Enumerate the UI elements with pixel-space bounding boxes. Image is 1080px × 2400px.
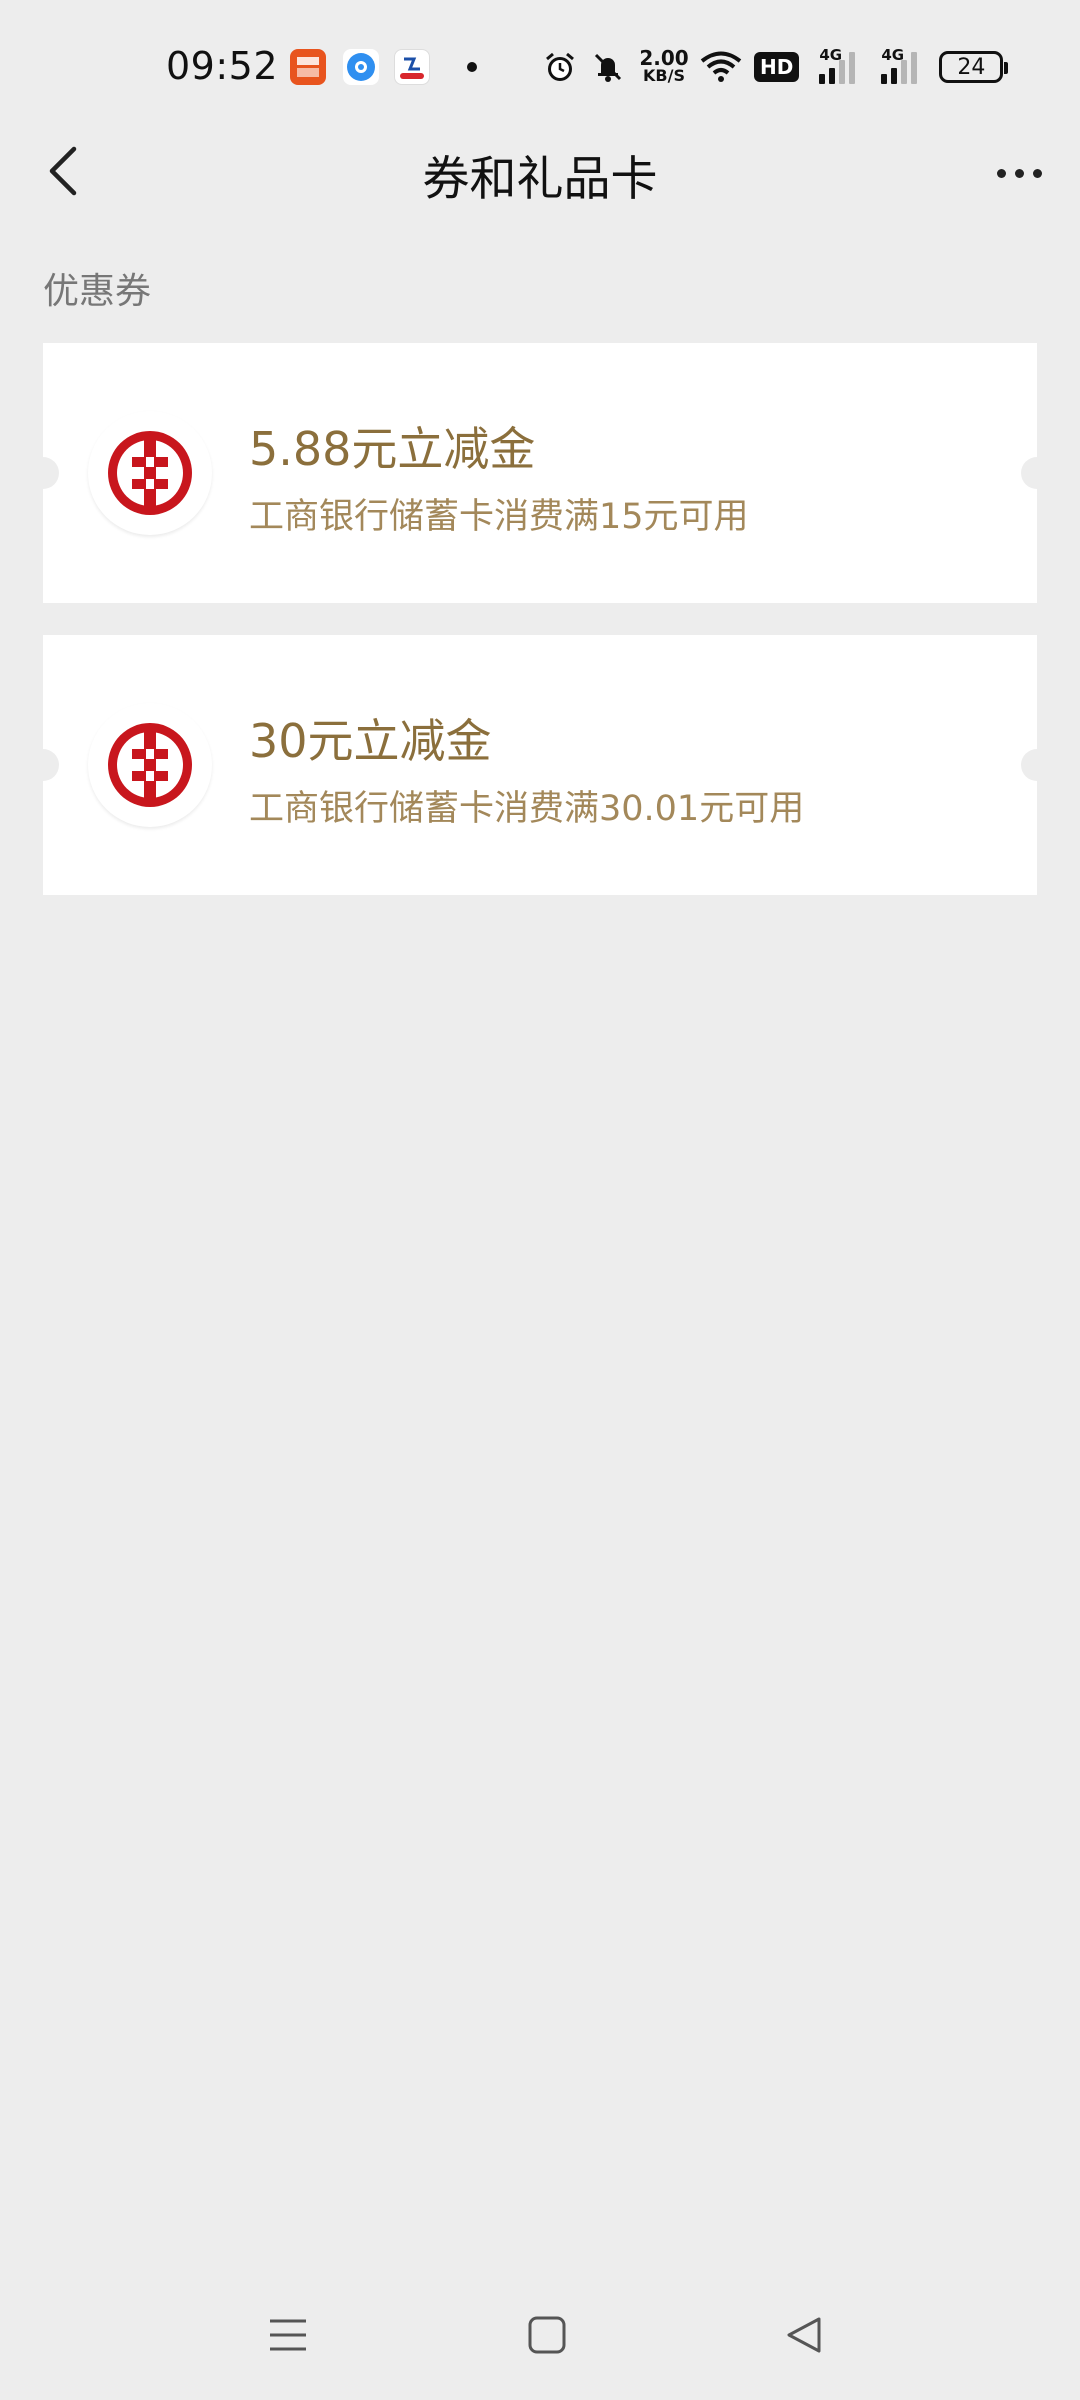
page-title: 券和礼品卡 — [422, 152, 658, 207]
nav-bar: 券和礼品卡 — [0, 130, 1080, 212]
coupon-title: 5.88元立减金 — [249, 422, 536, 476]
network-type-2: 4G — [881, 46, 905, 64]
menu-lines-icon — [270, 2319, 306, 2351]
bank-app-icon — [394, 49, 430, 85]
icbc-logo-icon — [88, 703, 212, 827]
icbc-logo-icon — [88, 411, 212, 535]
coupon-title: 30元立减金 — [249, 714, 492, 768]
coupon-description: 工商银行储蓄卡消费满30.01元可用 — [249, 789, 805, 829]
system-nav-bar — [0, 2290, 1080, 2380]
more-dots-icon — [996, 168, 1006, 178]
hd-badge: HD — [754, 47, 800, 87]
wifi-icon — [698, 47, 744, 87]
signal-icon-1: 4G — [813, 46, 861, 87]
network-type-1: 4G — [819, 46, 843, 64]
coupon-description: 工商银行储蓄卡消费满15元可用 — [249, 497, 749, 537]
mute-bell-icon — [588, 47, 628, 87]
more-notifications-dot — [467, 62, 477, 72]
hd-label: HD — [754, 52, 800, 82]
ping-an-bank-icon — [290, 49, 326, 85]
signal-icon-2: 4G — [875, 46, 923, 87]
coupon-card[interactable]: 5.88元立减金 工商银行储蓄卡消费满15元可用 — [43, 343, 1037, 603]
home-button[interactable] — [517, 2310, 577, 2360]
menu-button[interactable] — [258, 2310, 318, 2360]
triangle-back-icon — [787, 2317, 821, 2353]
network-speed: 2.00 KB/S — [634, 47, 694, 87]
coupons-page: 09:52 2.00 KB/S HD 4G 4G 24 券和礼品卡 优惠券 5.… — [0, 0, 1080, 2400]
battery-icon: 24 — [939, 47, 1009, 87]
alarm-icon — [540, 47, 580, 87]
status-bar: 09:52 2.00 KB/S HD 4G 4G 24 — [0, 0, 1080, 130]
blue-circle-app-icon — [343, 49, 379, 85]
net-speed-unit: KB/S — [643, 66, 685, 85]
more-options-button[interactable] — [984, 138, 1054, 208]
status-time: 09:52 — [166, 44, 279, 88]
status-right-group: 2.00 KB/S HD 4G 4G 24 — [540, 44, 1009, 90]
square-home-icon — [528, 2316, 566, 2354]
section-label: 优惠券 — [43, 271, 152, 312]
battery-level: 24 — [957, 54, 986, 80]
back-nav-button[interactable] — [775, 2310, 835, 2360]
coupon-card[interactable]: 30元立减金 工商银行储蓄卡消费满30.01元可用 — [43, 635, 1037, 895]
